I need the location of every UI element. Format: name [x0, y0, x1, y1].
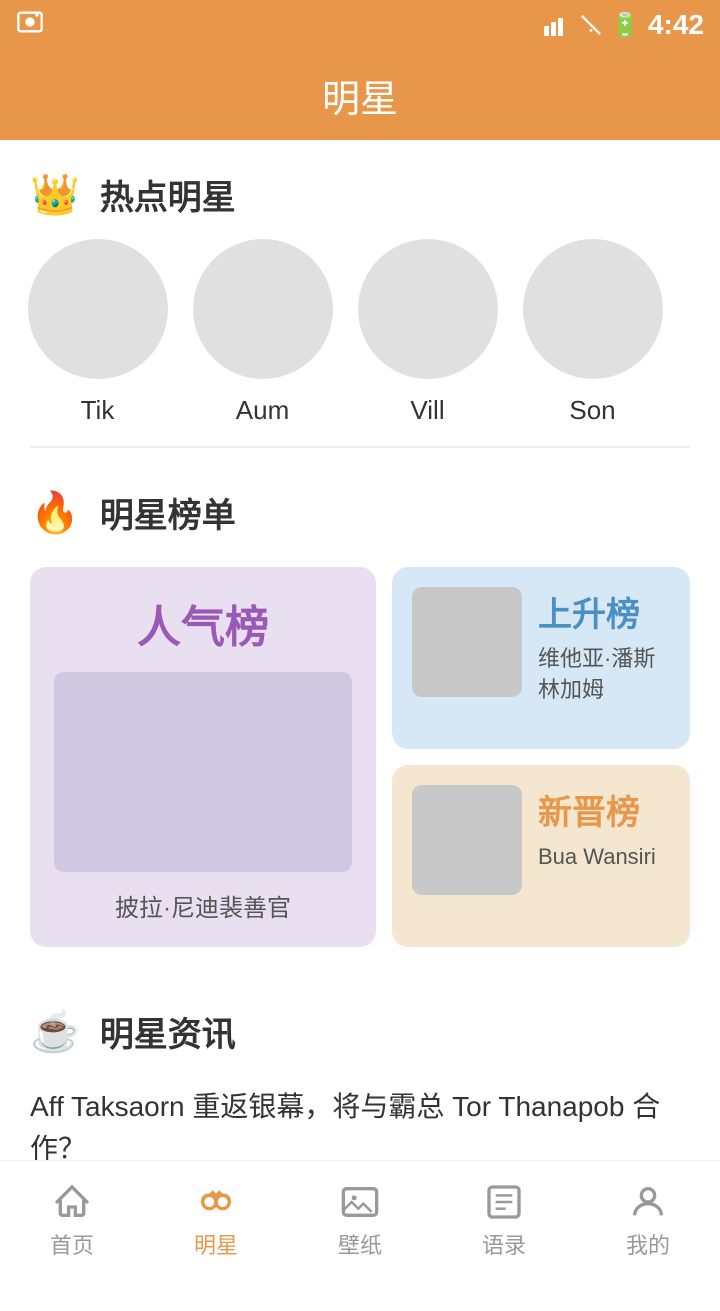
- star-avatar-vill: [358, 239, 498, 379]
- battery-icon: 🔋: [610, 11, 640, 40]
- hot-stars-section: 👑 热点明星 Tik Aum Vill Son: [0, 140, 720, 448]
- new-info: 新晋榜 Bua Wansiri: [538, 785, 670, 873]
- nav-wallpaper[interactable]: 壁纸: [288, 1161, 432, 1280]
- nav-profile[interactable]: 我的: [576, 1161, 720, 1280]
- photo-icon: [16, 8, 44, 43]
- news-text: Aff Taksaorn 重返银幕，将与霸总 Tor Thanapob 合作？: [30, 1091, 660, 1164]
- stars-divider: [30, 446, 690, 448]
- rising-info: 上升榜 维他亚·潘斯林加姆: [538, 587, 670, 706]
- star-avatar-son: [523, 239, 663, 379]
- hot-stars-title: 热点明星: [100, 170, 236, 219]
- nav-quote[interactable]: 语录: [432, 1161, 576, 1280]
- nav-home-label: 首页: [50, 1228, 94, 1260]
- news-header: ☕ 明星资讯: [0, 977, 720, 1066]
- stars-row: Tik Aum Vill Son: [0, 229, 720, 436]
- home-icon: [52, 1182, 92, 1222]
- star-avatar-aum: [193, 239, 333, 379]
- charts-section: 🔥 明星榜单 人气榜 披拉·尼迪裴善官 上升榜 维他亚·潘斯林加姆: [0, 458, 720, 967]
- new-person: Bua Wansiri: [538, 842, 670, 873]
- crown-icon: 👑: [30, 171, 80, 218]
- charts-header: 🔥 明星榜单: [0, 458, 720, 547]
- star-name-aum: Aum: [236, 395, 289, 426]
- status-right: 🔋 4:42: [544, 9, 704, 41]
- nav-star-label: 明星: [194, 1228, 238, 1260]
- photo-icon: [340, 1182, 380, 1222]
- rising-person: 维他亚·潘斯林加姆: [538, 644, 670, 706]
- nav-star[interactable]: 明星: [144, 1161, 288, 1280]
- news-section: ☕ 明星资讯 Aff Taksaorn 重返银幕，将与霸总 Tor Thanap…: [0, 977, 720, 1191]
- star-glasses-icon: [196, 1182, 236, 1222]
- user-icon: [628, 1182, 668, 1222]
- status-time: 4:42: [648, 9, 704, 41]
- star-avatar-tik: [28, 239, 168, 379]
- status-left: [16, 8, 44, 43]
- popularity-image: [54, 672, 352, 872]
- nav-home[interactable]: 首页: [0, 1161, 144, 1280]
- star-name-tik: Tik: [81, 395, 115, 426]
- status-bar: 🔋 4:42: [0, 0, 720, 50]
- chart-right-column: 上升榜 维他亚·潘斯林加姆 新晋榜 Bua Wansiri: [392, 567, 690, 947]
- star-name-son: Son: [569, 395, 615, 426]
- bottom-nav: 首页 明星 壁纸 语录 我的: [0, 1160, 720, 1280]
- rising-chart[interactable]: 上升榜 维他亚·潘斯林加姆: [392, 567, 690, 749]
- page-title: 明星: [322, 68, 398, 123]
- star-item-vill[interactable]: Vill: [350, 239, 505, 426]
- rising-title: 上升榜: [538, 596, 640, 634]
- popularity-title: 人气榜: [54, 591, 352, 655]
- coffee-icon: ☕: [30, 1008, 80, 1055]
- new-chart[interactable]: 新晋榜 Bua Wansiri: [392, 765, 690, 947]
- star-item-tik[interactable]: Tik: [20, 239, 175, 426]
- wifi-off-icon: [580, 14, 602, 36]
- fire-icon: 🔥: [30, 489, 80, 536]
- quote-icon: [484, 1182, 524, 1222]
- nav-wallpaper-label: 壁纸: [338, 1228, 382, 1260]
- new-image: [412, 785, 522, 895]
- popularity-chart[interactable]: 人气榜 披拉·尼迪裴善官: [30, 567, 376, 947]
- main-content: 👑 热点明星 Tik Aum Vill Son 🔥: [0, 140, 720, 1311]
- news-title: 明星资讯: [100, 1007, 236, 1056]
- nav-quote-label: 语录: [482, 1228, 526, 1260]
- rising-image: [412, 587, 522, 697]
- charts-title: 明星榜单: [100, 488, 236, 537]
- star-item-aum[interactable]: Aum: [185, 239, 340, 426]
- star-item-son[interactable]: Son: [515, 239, 670, 426]
- app-header: 明星: [0, 50, 720, 140]
- signal-icon: [544, 14, 572, 36]
- popularity-person: 披拉·尼迪裴善官: [54, 888, 352, 923]
- hot-stars-header: 👑 热点明星: [0, 140, 720, 229]
- charts-grid: 人气榜 披拉·尼迪裴善官 上升榜 维他亚·潘斯林加姆: [0, 547, 720, 967]
- star-name-vill: Vill: [410, 395, 444, 426]
- nav-profile-label: 我的: [626, 1228, 670, 1260]
- new-title: 新晋榜: [538, 794, 640, 832]
